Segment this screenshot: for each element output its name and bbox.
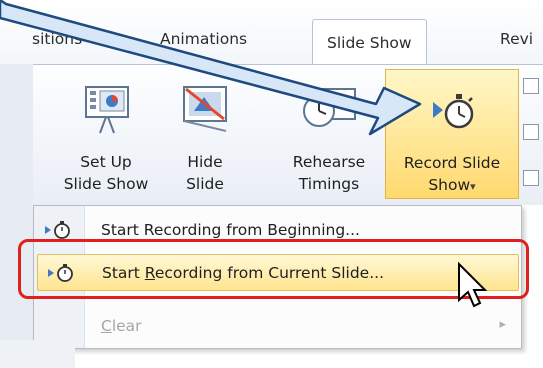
annotation-arrow <box>0 0 422 136</box>
mouse-cursor-icon <box>458 262 487 308</box>
